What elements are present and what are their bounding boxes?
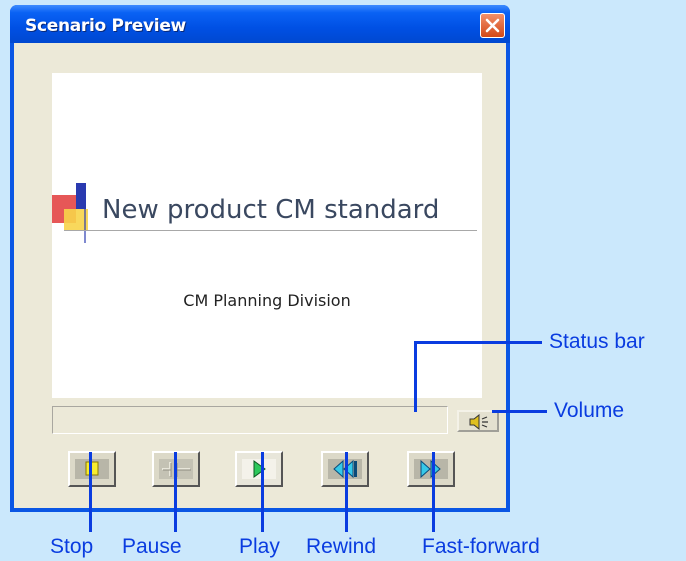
title-bar[interactable]: Scenario Preview bbox=[10, 5, 510, 43]
slide-divider bbox=[64, 230, 477, 231]
window-title: Scenario Preview bbox=[25, 16, 186, 36]
stop-callout-line bbox=[89, 452, 92, 532]
status-bar-callout-line bbox=[414, 342, 417, 412]
slide-title: New product CM standard bbox=[102, 195, 440, 225]
stop-icon bbox=[75, 459, 109, 479]
status-bar bbox=[52, 406, 448, 434]
slide-subtitle: CM Planning Division bbox=[183, 291, 351, 310]
stop-callout-label: Stop bbox=[50, 535, 94, 558]
fast-forward-callout-label: Fast-forward bbox=[422, 535, 540, 558]
rewind-callout-line bbox=[345, 452, 348, 532]
scenario-preview-window: Scenario Preview New product CM standard… bbox=[10, 5, 510, 512]
preview-area: New product CM standard CM Planning Divi… bbox=[52, 73, 482, 398]
status-bar-callout-line-h bbox=[414, 341, 542, 344]
volume-button[interactable] bbox=[457, 410, 499, 432]
window-client-area: New product CM standard CM Planning Divi… bbox=[14, 43, 506, 508]
speaker-icon bbox=[469, 414, 488, 430]
close-button[interactable] bbox=[480, 13, 505, 38]
status-bar-callout-label: Status bar bbox=[549, 330, 645, 353]
play-callout-label: Play bbox=[239, 535, 280, 558]
close-icon bbox=[485, 18, 500, 33]
fast-forward-icon bbox=[414, 459, 448, 479]
play-button[interactable] bbox=[235, 451, 283, 487]
fast-forward-callout-line bbox=[432, 452, 435, 532]
play-icon bbox=[242, 459, 276, 479]
volume-callout-line bbox=[492, 410, 547, 413]
pause-callout-line bbox=[174, 452, 177, 532]
rewind-callout-label: Rewind bbox=[306, 535, 377, 558]
volume-callout-label: Volume bbox=[554, 399, 625, 422]
stop-button[interactable] bbox=[68, 451, 116, 487]
play-callout-line bbox=[261, 452, 264, 532]
fast-forward-button[interactable] bbox=[407, 451, 455, 487]
pause-callout-label: Pause bbox=[122, 535, 182, 558]
